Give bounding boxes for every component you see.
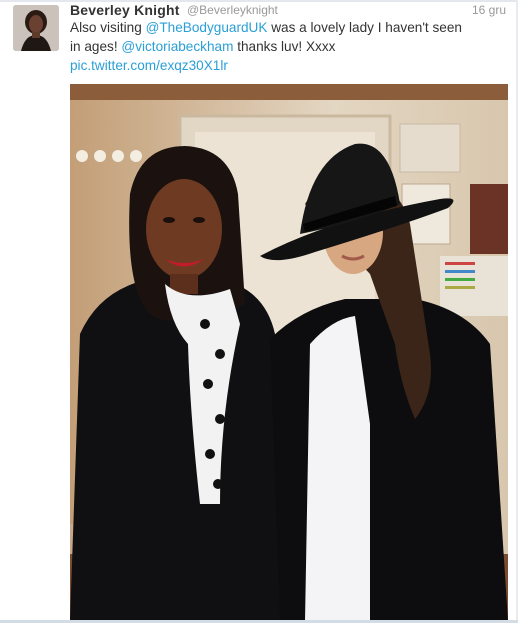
tweet-text-part: Also visiting (70, 20, 146, 35)
mention-link-bodyguard[interactable]: @TheBodyguardUK (146, 20, 268, 35)
tweet-timestamp[interactable]: 16 gru (472, 3, 506, 17)
tweet-photo[interactable] (70, 84, 508, 621)
mention-link-victoriabeckham[interactable]: @victoriabeckham (121, 39, 233, 54)
avatar-image (13, 5, 59, 51)
avatar[interactable] (13, 5, 59, 51)
tweet-text-part: thanks luv! Xxxx (233, 39, 336, 54)
photo-image (70, 84, 508, 621)
author-name[interactable]: Beverley Knight (70, 2, 180, 18)
tweet-text: Also visiting @TheBodyguardUK was a love… (70, 18, 470, 75)
author-handle[interactable]: @Beverleyknight (187, 3, 278, 17)
media-link[interactable]: pic.twitter.com/exqz30X1lr (70, 58, 228, 73)
